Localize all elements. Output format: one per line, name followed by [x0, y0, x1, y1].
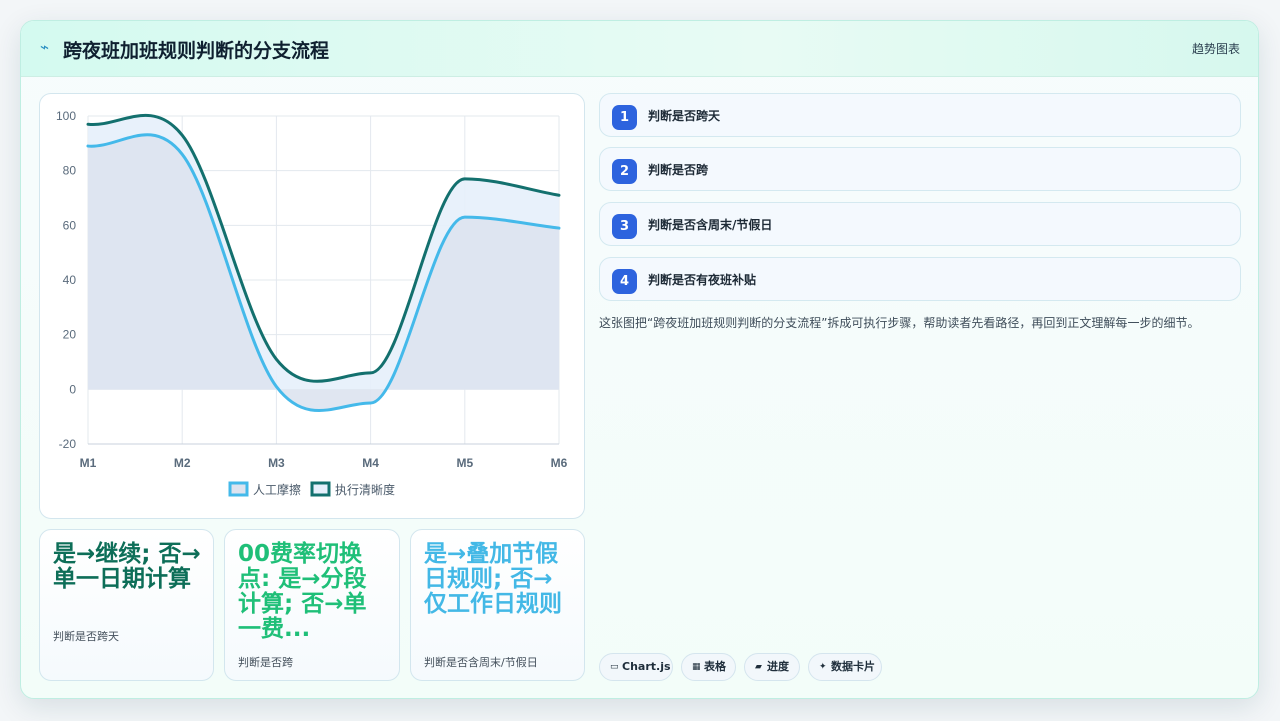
stat-label: 判断是否含周末/节假日 — [424, 656, 538, 669]
stat-label: 判断是否跨天 — [53, 630, 119, 643]
step-item-2[interactable]: 2 判断是否跨 — [599, 147, 1241, 191]
stat-value: 是→继续; 否→单一日期计算 — [53, 541, 201, 592]
x-tick-label: M6 — [551, 456, 568, 470]
chart-icon: ▭ — [610, 662, 619, 672]
legend-label: 人工摩擦 — [253, 482, 301, 497]
card-header: ⌁ 跨夜班加班规则判断的分支流程 趋势图表 — [21, 21, 1258, 77]
stat-value: 是→叠加节假日规则; 否→仅工作日规则 — [424, 541, 562, 617]
tag-label: 进度 — [767, 660, 789, 673]
tag-table[interactable]: ▦ 表格 — [681, 653, 736, 681]
step-text: 判断是否跨天 — [648, 109, 721, 123]
step-number: 1 — [612, 105, 637, 130]
x-tick-label: M4 — [362, 456, 379, 470]
stat-value: 00费率切换点: 是→分段计算; 否→单一费... — [238, 541, 367, 642]
step-text: 判断是否有夜班补贴 — [648, 273, 757, 287]
stat-card-2: 00费率切换点: 是→分段计算; 否→单一费... 判断是否跨 — [224, 529, 400, 681]
y-tick-label: -20 — [59, 437, 77, 451]
tag-label: 数据卡片 — [831, 660, 875, 673]
legend-swatch — [228, 481, 249, 497]
step-text: 判断是否含周末/节假日 — [648, 218, 773, 232]
y-tick-label: 100 — [56, 109, 76, 123]
tag-chartjs[interactable]: ▭ Chart.js — [599, 653, 673, 681]
x-tick-label: M5 — [456, 456, 473, 470]
progress-icon: ▰ — [755, 662, 762, 672]
description-text: 这张图把“跨夜班加班规则判断的分支流程”拆成可执行步骤，帮助读者先看路径，再回到… — [599, 316, 1200, 330]
y-tick-label: 80 — [63, 164, 77, 178]
y-tick-label: 60 — [63, 218, 77, 232]
y-tick-label: 0 — [69, 382, 76, 396]
stat-card-3: 是→叠加节假日规则; 否→仅工作日规则 判断是否含周末/节假日 — [410, 529, 585, 681]
stat-label: 判断是否跨 — [238, 656, 293, 669]
step-number: 3 — [612, 214, 637, 239]
tag-data-card[interactable]: ✦ 数据卡片 — [808, 653, 882, 681]
main-card: ⌁ 跨夜班加班规则判断的分支流程 趋势图表 100 80 60 40 20 0 -20 M1 M… — [20, 20, 1259, 699]
tag-label: Chart.js — [622, 660, 671, 673]
step-number: 4 — [612, 269, 637, 294]
y-tick-label: 20 — [63, 328, 77, 342]
legend-label: 执行清晰度 — [335, 482, 395, 497]
trend-chart-label: 趋势图表 — [1191, 42, 1240, 56]
tag-label: 表格 — [704, 660, 726, 673]
y-tick-label: 40 — [63, 273, 77, 287]
x-tick-label: M2 — [174, 456, 191, 470]
x-tick-label: M1 — [80, 456, 97, 470]
lightning-icon: ⌁ — [40, 38, 50, 56]
page-title: 跨夜班加班规则判断的分支流程 — [63, 40, 330, 62]
stat-card-1: 是→继续; 否→单一日期计算 判断是否跨天 — [39, 529, 214, 681]
sparkle-icon: ✦ — [819, 662, 827, 672]
step-item-1[interactable]: 1 判断是否跨天 — [599, 93, 1241, 137]
step-text: 判断是否跨 — [648, 163, 709, 177]
legend-swatch — [310, 481, 331, 497]
series-area-1 — [88, 134, 559, 411]
x-tick-label: M3 — [268, 456, 285, 470]
table-icon: ▦ — [692, 662, 701, 672]
step-item-3[interactable]: 3 判断是否含周末/节假日 — [599, 202, 1241, 246]
chart-panel: 100 80 60 40 20 0 -20 M1 M2 M3 M4 M5 M6 人工摩擦 执行清晰度 — [39, 93, 585, 519]
tag-progress[interactable]: ▰ 进度 — [744, 653, 800, 681]
step-number: 2 — [612, 159, 637, 184]
line-chart: 100 80 60 40 20 0 -20M1 M2 M3 M4 M5 M6 人工摩擦 执行清晰度 — [56, 109, 568, 497]
step-item-4[interactable]: 4 判断是否有夜班补贴 — [599, 257, 1241, 301]
